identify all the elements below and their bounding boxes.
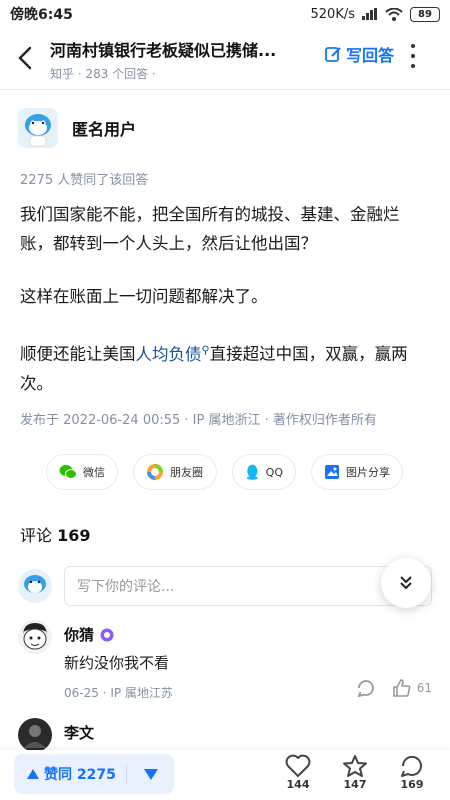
answer-author[interactable]: 匿名用户 (18, 108, 136, 148)
heart-icon (285, 754, 311, 777)
status-right: 520K/s 89 (310, 6, 440, 22)
more-dot (411, 44, 416, 48)
commenter-avatar[interactable] (18, 620, 52, 654)
comment-item: 你猜 新约没你我不看 06-25 · IP 属地江苏 61 (18, 620, 432, 700)
question-title-block[interactable]: 河南村镇银行老板疑似已携储... 知乎 · 283 个回答 · (50, 30, 300, 82)
write-answer-button[interactable]: 写回答 (324, 42, 394, 66)
like-button[interactable]: 144 (280, 754, 316, 791)
paragraph-text: 顺便还能让美国 (20, 344, 136, 364)
vote-pill: 赞同 2275 (14, 754, 174, 794)
question-title: 河南村镇银行老板疑似已携储... (50, 41, 277, 60)
edit-icon (325, 47, 341, 62)
commenter-name[interactable]: 你猜 (64, 624, 114, 645)
comment-input[interactable]: 写下你的评论... (64, 566, 432, 606)
comment-actions: 61 (356, 678, 432, 698)
search-keyword-link[interactable]: 人均负债⚲ (135, 343, 210, 364)
share-moments-button[interactable]: 朋友圈 (133, 454, 217, 490)
wechat-icon (59, 465, 77, 479)
star-icon (343, 755, 367, 777)
share-label: 图片分享 (346, 466, 390, 479)
back-button[interactable] (0, 30, 50, 86)
keyword-text: 人均负债 (135, 344, 202, 364)
comments-label: 评论 (20, 526, 53, 545)
bottom-action-bar: 赞同 2275 144 147 169 (0, 750, 450, 800)
user-avatar (18, 569, 52, 603)
share-label: 微信 (83, 466, 105, 479)
answer-content: 我们国家能不能，把全国所有的城投、基建、金融烂账，都转到一个人头上，然后让他出国… (20, 200, 432, 422)
share-qq-button[interactable]: QQ (232, 454, 296, 490)
comment-text: 新约没你我不看 (64, 654, 170, 672)
status-time: 傍晚6:45 (10, 7, 73, 23)
double-chevron-down-icon (400, 576, 412, 590)
write-answer-label: 写回答 (346, 46, 395, 65)
answer-meta: 发布于 2022-06-24 00:55 · IP 属地浙江 · 著作权归作者所… (20, 413, 377, 428)
more-dot (411, 54, 416, 58)
anonymous-avatar (18, 108, 58, 148)
commenter-name-text: 你猜 (64, 626, 95, 644)
comment-item: 李文 (18, 718, 432, 752)
comment-header: 李文 (18, 718, 432, 752)
moments-icon (147, 464, 163, 480)
votes-summary: 2275 人赞同了该回答 (20, 173, 149, 188)
downvote-button[interactable] (127, 768, 174, 781)
comment-meta: 06-25 · IP 属地江苏 (64, 686, 173, 700)
favorite-button[interactable]: 147 (337, 754, 373, 791)
like-count: 144 (286, 778, 310, 791)
reply-icon[interactable] (356, 678, 376, 698)
comment-like-count: 61 (416, 681, 432, 695)
signal-icon (362, 8, 377, 20)
upvote-label: 赞同 2275 (44, 767, 116, 783)
downvote-triangle-icon (143, 768, 158, 780)
header-divider (0, 89, 450, 90)
more-menu-button[interactable] (404, 44, 422, 68)
scroll-down-button[interactable] (381, 558, 431, 608)
comment-like-button[interactable]: 61 (392, 678, 432, 698)
qq-icon (246, 464, 258, 480)
thumbs-up-icon (392, 679, 411, 697)
more-dot (411, 64, 416, 68)
share-image-button[interactable]: 图片分享 (311, 454, 403, 490)
question-subtitle: 知乎 · 283 个回答 · (50, 67, 156, 81)
comment-input-row: 写下你的评论... (18, 566, 432, 606)
answer-paragraph: 我们国家能不能，把全国所有的城投、基建、金融烂账，都转到一个人头上，然后让他出国… (20, 205, 400, 253)
network-speed: 520K/s (310, 6, 356, 22)
comment-header: 你猜 (18, 620, 432, 654)
commenter-avatar[interactable] (18, 718, 52, 752)
comments-heading: 评论 169 (20, 522, 91, 546)
commenter-name-text: 李文 (64, 724, 95, 742)
share-wechat-button[interactable]: 微信 (46, 454, 118, 490)
question-header: 河南村镇银行老板疑似已携储... 知乎 · 283 个回答 · 写回答 (0, 30, 450, 86)
share-label: 朋友圈 (170, 466, 203, 479)
comments-count: 169 (57, 526, 91, 545)
battery-icon: 89 (410, 6, 440, 22)
comment-bubble-icon (401, 755, 422, 777)
share-row: 微信 朋友圈 QQ 图片分享 (46, 454, 403, 490)
commenter-name[interactable]: 李文 (64, 722, 94, 743)
image-share-icon (325, 465, 339, 479)
back-arrow-icon (18, 46, 32, 70)
search-icon: ⚲ (201, 343, 210, 356)
wifi-icon (385, 7, 403, 21)
upvote-button[interactable]: 赞同 2275 (14, 764, 126, 784)
status-bar: 傍晚6:45 520K/s 89 (0, 0, 450, 28)
upvote-triangle-icon (27, 769, 39, 779)
answer-paragraph: 顺便还能让美国人均负债⚲直接超过中国，双赢，赢两次。 (20, 335, 432, 398)
badge-icon (100, 628, 114, 641)
share-label: QQ (265, 465, 283, 479)
comment-count: 169 (400, 778, 424, 791)
answer-paragraph: 这样在账面上一切问题都解决了。 (20, 287, 268, 306)
author-name: 匿名用户 (72, 120, 137, 139)
favorite-count: 147 (343, 778, 367, 791)
comment-button[interactable]: 169 (394, 754, 430, 791)
